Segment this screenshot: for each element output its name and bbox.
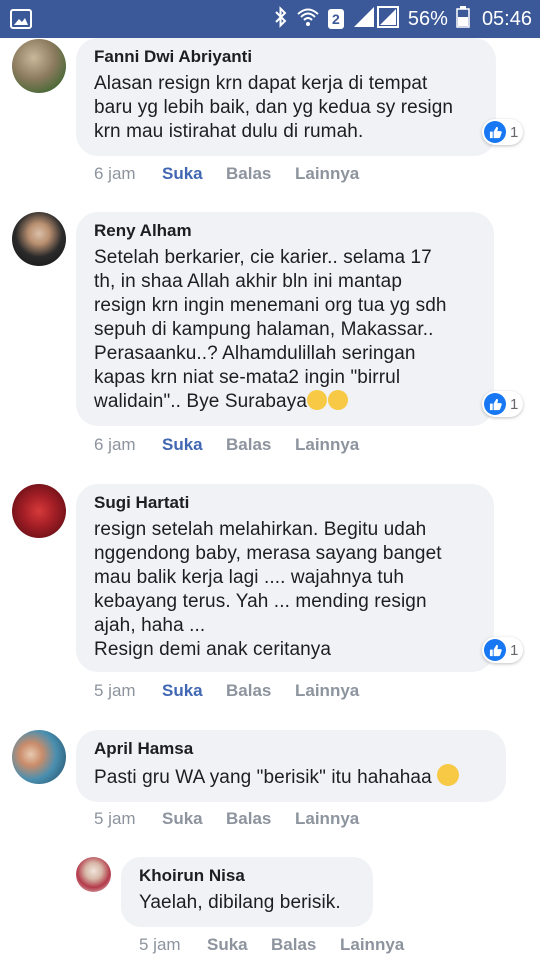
- avatar[interactable]: [12, 484, 66, 538]
- gallery-icon: [10, 9, 32, 29]
- status-bar: 2 56% 05:46: [0, 0, 540, 38]
- reply-button[interactable]: Balas: [226, 681, 295, 701]
- reply-button[interactable]: Balas: [226, 164, 295, 184]
- comment-time[interactable]: 5 jam: [139, 935, 207, 955]
- like-button[interactable]: Suka: [162, 681, 226, 701]
- comment-bubble[interactable]: Khoirun Nisa Yaelah, dibilang berisik.: [121, 857, 373, 927]
- reply-button[interactable]: Balas: [226, 435, 295, 455]
- comment-time[interactable]: 6 jam: [94, 435, 162, 455]
- grinning-face-emoji-icon: [437, 764, 460, 786]
- comment-text: Setelah berkarier, cie karier.. selama 1…: [94, 247, 447, 412]
- avatar[interactable]: [12, 730, 66, 784]
- more-button[interactable]: Lainnya: [295, 164, 359, 184]
- comment-author[interactable]: Reny Alham: [94, 220, 480, 242]
- bluetooth-icon: [274, 5, 288, 33]
- comment-text: Alasan resign krn dapat kerja di tempat …: [94, 73, 454, 142]
- reaction-number: 1: [510, 395, 519, 413]
- more-button[interactable]: Lainnya: [295, 681, 359, 701]
- comment-author[interactable]: Sugi Hartati: [94, 492, 480, 514]
- like-button[interactable]: Suka: [162, 809, 226, 829]
- clock: 05:46: [481, 7, 532, 30]
- avatar[interactable]: [12, 212, 66, 266]
- reply-button[interactable]: Balas: [271, 935, 340, 955]
- wifi-icon: [296, 6, 320, 33]
- comment-time[interactable]: 5 jam: [94, 681, 162, 701]
- comment-text: Yaelah, dibilang berisik.: [139, 892, 341, 913]
- comment-author[interactable]: Khoirun Nisa: [139, 865, 359, 887]
- comment-text: resign setelah melahirkan. Begitu udah n…: [94, 519, 442, 660]
- comment-bubble[interactable]: Sugi Hartati resign setelah melahirkan. …: [76, 484, 494, 672]
- like-button[interactable]: Suka: [162, 435, 226, 455]
- comment-author[interactable]: Fanni Dwi Abriyanti: [94, 46, 482, 68]
- more-button[interactable]: Lainnya: [295, 809, 359, 829]
- comment-bubble[interactable]: Reny Alham Setelah berkarier, cie karier…: [76, 212, 494, 426]
- thumbs-up-icon: [484, 393, 506, 415]
- thumbs-up-icon: [484, 639, 506, 661]
- sad-face-emoji-icon: [307, 390, 327, 410]
- like-button[interactable]: Suka: [162, 164, 226, 184]
- reaction-count[interactable]: 1: [482, 391, 524, 417]
- more-button[interactable]: Lainnya: [295, 435, 359, 455]
- thumbs-up-icon: [484, 121, 506, 143]
- signal-icon: [352, 5, 400, 34]
- battery-percent: 56%: [407, 7, 448, 30]
- avatar[interactable]: [76, 857, 111, 892]
- reaction-number: 1: [510, 123, 519, 141]
- comment-author[interactable]: April Hamsa: [94, 738, 492, 760]
- reaction-count[interactable]: 1: [482, 119, 524, 145]
- comment-bubble[interactable]: April Hamsa Pasti gru WA yang "berisik" …: [76, 730, 506, 802]
- like-button[interactable]: Suka: [207, 935, 271, 955]
- comment-bubble[interactable]: Fanni Dwi Abriyanti Alasan resign krn da…: [76, 38, 496, 156]
- reaction-number: 1: [510, 641, 519, 659]
- battery-icon: [456, 5, 470, 33]
- comment-time[interactable]: 6 jam: [94, 164, 162, 184]
- reply-button[interactable]: Balas: [226, 809, 295, 829]
- sim-2-icon: 2: [327, 9, 344, 29]
- avatar[interactable]: [12, 39, 66, 93]
- reaction-count[interactable]: 1: [482, 637, 524, 663]
- sad-face-emoji-icon: [328, 390, 348, 410]
- comment-text: Pasti gru WA yang "berisik" itu hahahaa: [94, 764, 492, 790]
- more-button[interactable]: Lainnya: [340, 935, 404, 955]
- comment-time[interactable]: 5 jam: [94, 809, 162, 829]
